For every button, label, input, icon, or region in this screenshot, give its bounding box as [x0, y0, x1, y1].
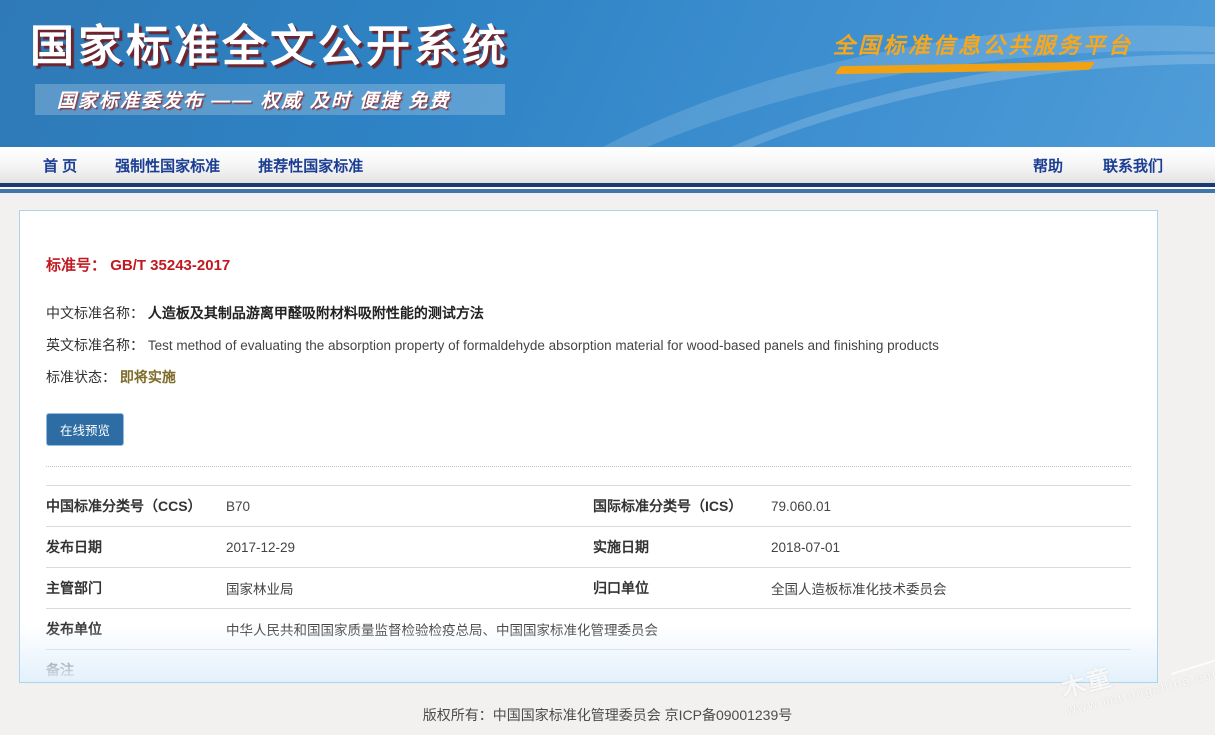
nav-bottom-line-blue: [0, 189, 1215, 193]
table-row: 发布单位 中华人民共和国国家质量监督检验检疫总局、中国国家标准化管理委员会: [46, 608, 1131, 649]
status-badge: 即将实施: [120, 369, 176, 385]
authority-label: 主管部门: [46, 578, 226, 598]
nav-item-recommended-standards[interactable]: 推荐性国家标准: [258, 155, 363, 176]
nav-right-group: 帮助 联系我们: [993, 155, 1215, 176]
status-label: 标准状态：: [46, 369, 116, 385]
committee-value: 全国人造板标准化技术委员会: [771, 578, 1131, 598]
nav-item-help[interactable]: 帮助: [1033, 155, 1063, 176]
nav-item-home[interactable]: 首 页: [43, 155, 77, 176]
standard-details-table: 中国标准分类号（CCS） B70 国际标准分类号（ICS） 79.060.01 …: [46, 485, 1131, 690]
footer-copyright: 版权所有：中国国家标准化管理委员会 京ICP备09001239号: [0, 705, 1215, 725]
publisher-value: 中华人民共和国国家质量监督检验检疫总局、中国国家标准化管理委员会: [226, 619, 1131, 639]
ccs-value: B70: [226, 499, 593, 514]
platform-underline-decoration: [835, 62, 1096, 74]
watermark-line-decoration: [1171, 644, 1215, 675]
en-name-value: Test method of evaluating the absorption…: [148, 338, 939, 353]
publisher-label: 发布单位: [46, 619, 226, 639]
nav-item-contact[interactable]: 联系我们: [1103, 155, 1163, 176]
implement-date-value: 2018-07-01: [771, 540, 1131, 555]
nav-item-mandatory-standards[interactable]: 强制性国家标准: [115, 155, 220, 176]
standard-detail-card: 标准号： GB/T 35243-2017 中文标准名称： 人造板及其制品游离甲醛…: [19, 210, 1158, 683]
implement-date-label: 实施日期: [593, 537, 771, 557]
site-subtitle-band: 国家标准委发布 —— 权威 及时 便捷 免费: [35, 84, 505, 115]
remark-label: 备注: [46, 660, 226, 680]
platform-banner: 全国标准信息公共服务平台: [833, 28, 1133, 72]
committee-label: 归口单位: [593, 578, 771, 598]
table-row: 中国标准分类号（CCS） B70 国际标准分类号（ICS） 79.060.01: [46, 485, 1131, 526]
standard-number-value: GB/T 35243-2017: [110, 257, 230, 274]
standard-number-label: 标准号：: [46, 257, 106, 274]
cn-name-value: 人造板及其制品游离甲醛吸附材料吸附性能的测试方法: [148, 305, 484, 321]
ics-value: 79.060.01: [771, 499, 1131, 514]
standard-number-line: 标准号： GB/T 35243-2017: [46, 254, 1131, 275]
table-row: 发布日期 2017-12-29 实施日期 2018-07-01: [46, 526, 1131, 567]
publish-date-value: 2017-12-29: [226, 540, 593, 555]
site-header: 国家标准全文公开系统 国家标准委发布 —— 权威 及时 便捷 免费 全国标准信息…: [0, 0, 1215, 147]
en-name-label: 英文标准名称：: [46, 337, 144, 353]
ics-label: 国际标准分类号（ICS）: [593, 496, 771, 516]
cn-name-line: 中文标准名称： 人造板及其制品游离甲醛吸附材料吸附性能的测试方法: [46, 303, 1131, 323]
nav-left-group: 首 页 强制性国家标准 推荐性国家标准: [0, 155, 401, 176]
online-preview-button[interactable]: 在线预览: [46, 413, 124, 446]
table-row: 备注: [46, 649, 1131, 690]
dotted-divider: [46, 466, 1131, 467]
site-title: 国家标准全文公开系统: [30, 10, 510, 74]
site-subtitle: 国家标准委发布 —— 权威 及时 便捷 免费: [35, 86, 450, 113]
status-line: 标准状态： 即将实施: [46, 367, 1131, 387]
header-swoosh-decoration: [445, 3, 1215, 147]
table-row: 主管部门 国家林业局 归口单位 全国人造板标准化技术委员会: [46, 567, 1131, 608]
authority-value: 国家林业局: [226, 578, 593, 598]
publish-date-label: 发布日期: [46, 537, 226, 557]
cn-name-label: 中文标准名称：: [46, 305, 144, 321]
main-nav: 首 页 强制性国家标准 推荐性国家标准 帮助 联系我们: [0, 147, 1215, 183]
platform-name: 全国标准信息公共服务平台: [833, 28, 1133, 60]
ccs-label: 中国标准分类号（CCS）: [46, 496, 226, 516]
en-name-line: 英文标准名称： Test method of evaluating the ab…: [46, 335, 1131, 355]
